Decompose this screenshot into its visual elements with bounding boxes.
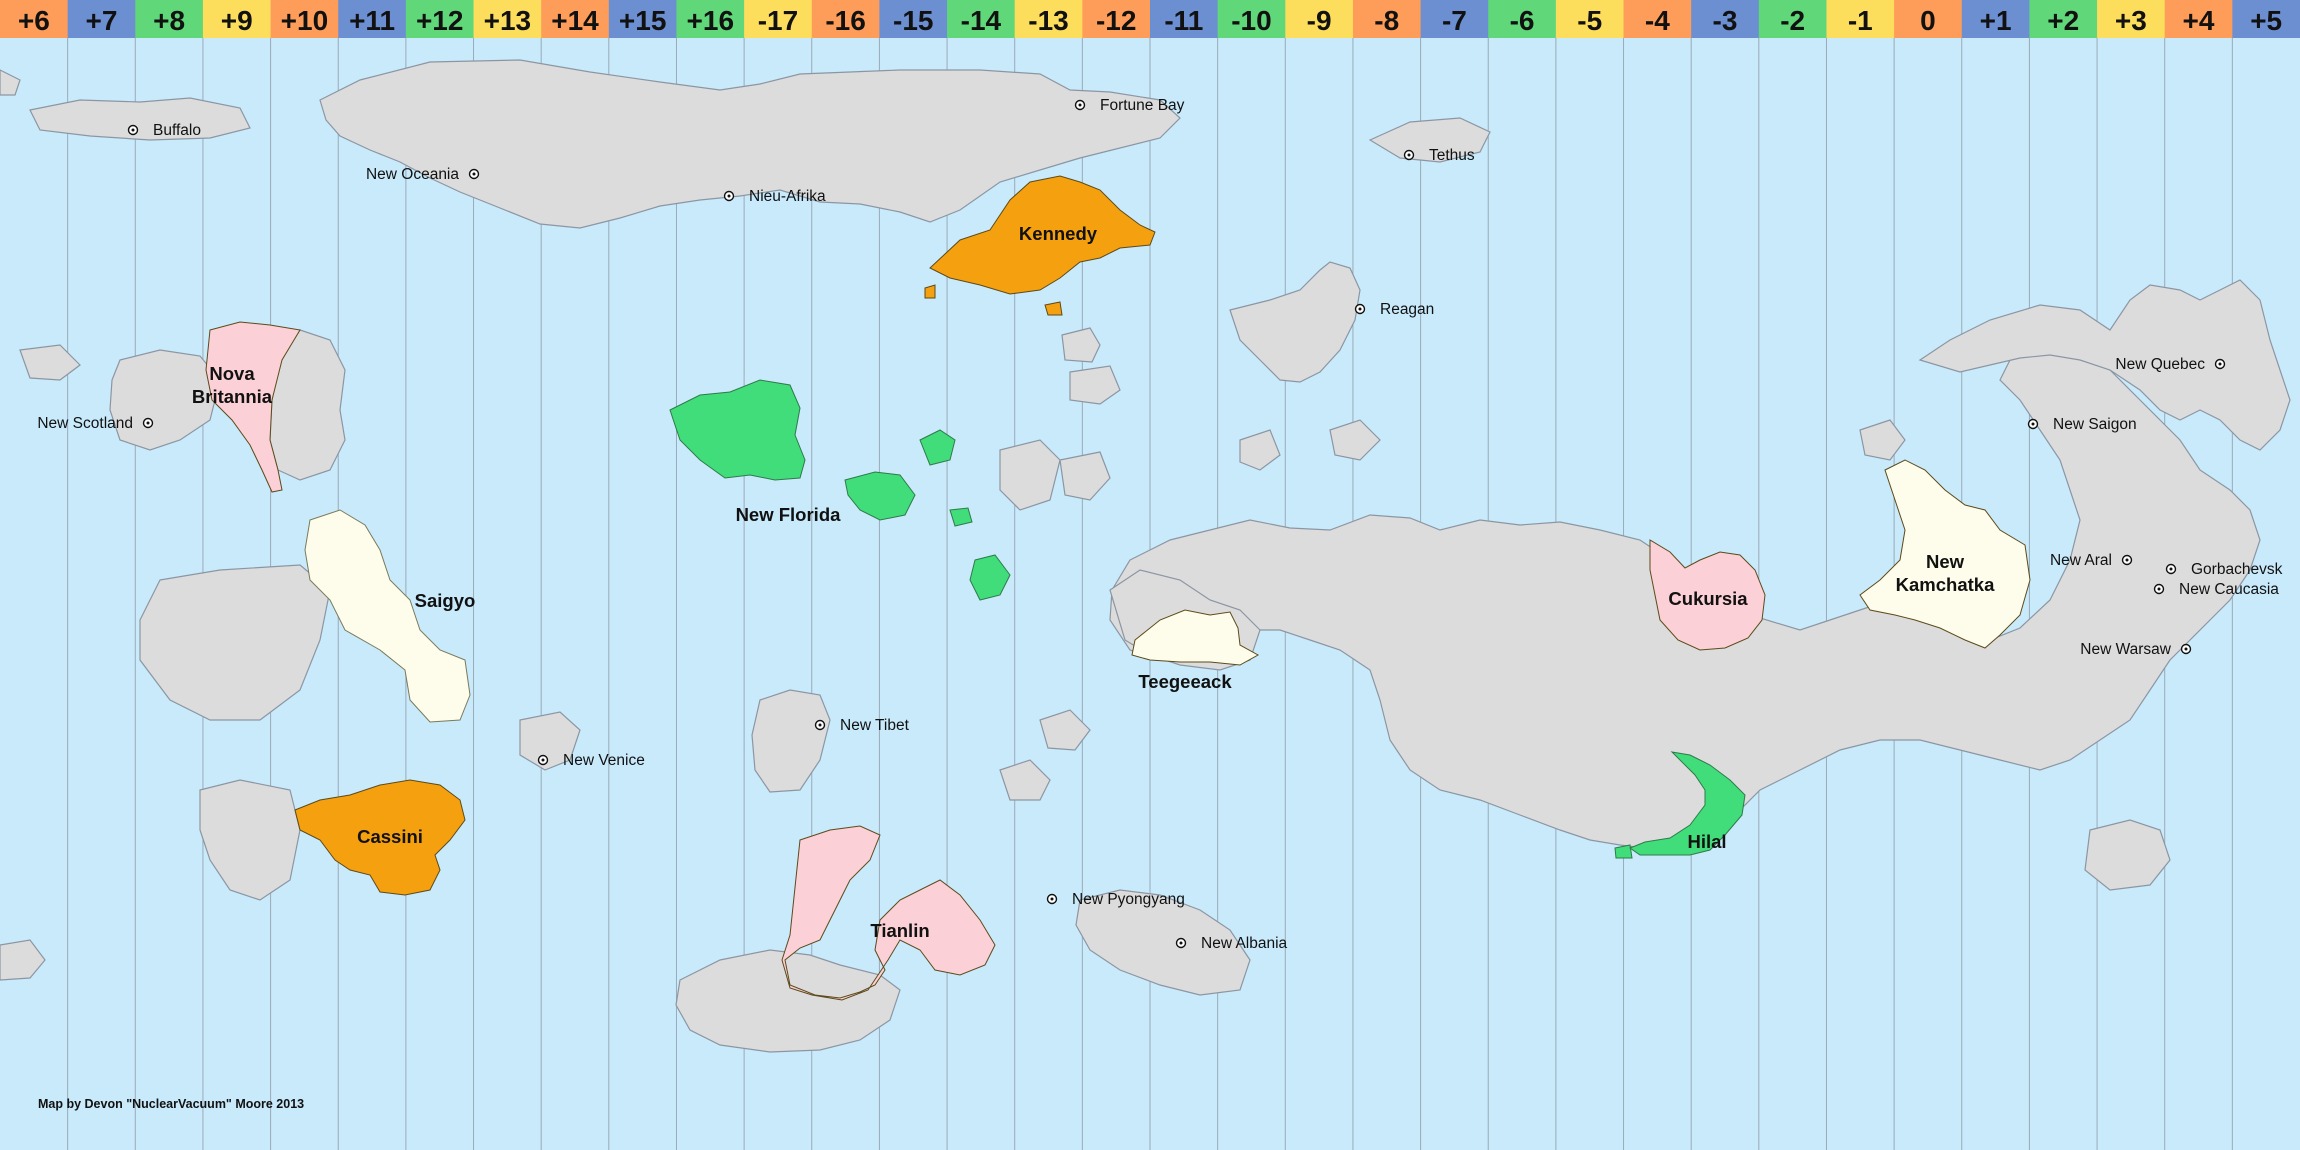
timezone-label: -15 <box>893 5 933 36</box>
city-dot-center <box>2031 422 2035 426</box>
city-label: New Albania <box>1201 935 1288 952</box>
timezone-label: +16 <box>687 5 735 36</box>
timezone-label: -8 <box>1374 5 1399 36</box>
map-credit: Map by Devon "NuclearVacuum" Moore 2013 <box>38 1097 304 1111</box>
city-dot-center <box>1179 941 1183 945</box>
timezone-label: +5 <box>2250 5 2282 36</box>
timezone-label: +7 <box>86 5 118 36</box>
city-dot-center <box>727 194 731 198</box>
timezone-label: 0 <box>1920 5 1936 36</box>
timezone-label: +6 <box>18 5 50 36</box>
timezone-label: -17 <box>758 5 798 36</box>
timezone-label: +8 <box>153 5 185 36</box>
timezone-label: -5 <box>1577 5 1602 36</box>
region-label: Cukursia <box>1668 588 1748 609</box>
timezone-label: -4 <box>1645 5 1670 36</box>
city-label: New Caucasia <box>2179 581 2279 598</box>
city-dot-center <box>1358 307 1362 311</box>
timezone-label: -16 <box>825 5 865 36</box>
city-dot-center <box>1050 897 1054 901</box>
city-label: Fortune Bay <box>1100 97 1185 114</box>
timezone-label: -6 <box>1510 5 1535 36</box>
region-label: Kennedy <box>1019 223 1098 244</box>
city-dot-center <box>2157 587 2161 591</box>
city-dot-center <box>541 758 545 762</box>
city-label: New Oceania <box>366 166 459 183</box>
region-label: Tianlin <box>870 920 929 941</box>
region-label-line: Kamchatka <box>1896 574 1995 595</box>
city-label: New Warsaw <box>2080 641 2172 658</box>
city-dot-center <box>131 128 135 132</box>
city-label: Reagan <box>1380 301 1434 318</box>
timezone-label: -10 <box>1231 5 1271 36</box>
timezone-label: +11 <box>349 5 395 36</box>
timezone-label: +9 <box>221 5 253 36</box>
timezone-label: -12 <box>1096 5 1136 36</box>
timezone-label: -14 <box>961 5 1002 36</box>
timezone-label: -1 <box>1848 5 1873 36</box>
timezone-label: +3 <box>2115 5 2147 36</box>
region-label: Cassini <box>357 826 423 847</box>
region-label-line: New <box>1926 551 1965 572</box>
timezone-label: -7 <box>1442 5 1467 36</box>
city-label: New Quebec <box>2115 356 2205 373</box>
timezone-label: +13 <box>484 5 532 36</box>
timezone-label: +12 <box>416 5 464 36</box>
region-label: Hilal <box>1687 831 1726 852</box>
region-label: Teegeeack <box>1138 671 1232 692</box>
city-label: New Scotland <box>37 415 133 432</box>
city-dot-center <box>2218 362 2222 366</box>
city-label: New Venice <box>563 752 645 769</box>
region-label: New Florida <box>736 504 842 525</box>
city-label: Tethus <box>1429 147 1475 164</box>
timezone-label: -13 <box>1028 5 1068 36</box>
city-label: New Tibet <box>840 717 910 734</box>
timezone-label: -2 <box>1780 5 1805 36</box>
city-dot-center <box>146 421 150 425</box>
city-dot-center <box>1407 153 1411 157</box>
city-dot-center <box>2125 558 2129 562</box>
region-label-line: Britannia <box>192 386 273 407</box>
city-dot-center <box>2169 567 2173 571</box>
timezone-label: +14 <box>551 5 599 36</box>
timezone-label: +1 <box>1980 5 2012 36</box>
city-dot-center <box>2184 647 2188 651</box>
timezone-label: +10 <box>281 5 329 36</box>
city-label: New Pyongyang <box>1072 891 1185 908</box>
region-label: Saigyo <box>415 590 476 611</box>
city-label: Buffalo <box>153 122 201 139</box>
timezone-label: +4 <box>2183 5 2215 36</box>
region-label-line: Nova <box>209 363 255 384</box>
city-dot-center <box>472 172 476 176</box>
timezone-label: -9 <box>1307 5 1332 36</box>
timezone-label: -3 <box>1713 5 1738 36</box>
city-label: New Saigon <box>2053 416 2137 433</box>
world-map: +6 +7 +8 +9 +10 +11 +12 +13 +14 +15 +16 -17 -16 -15 -1… <box>0 0 2300 1150</box>
timezone-label: +15 <box>619 5 667 36</box>
city-dot-center <box>1078 103 1082 107</box>
timezone-label: -11 <box>1164 5 1203 36</box>
timezone-label: +2 <box>2047 5 2079 36</box>
city-label: New Aral <box>2050 552 2112 569</box>
city-label: Nieu-Afrika <box>749 188 826 205</box>
timezone-bands: +6 +7 +8 +9 +10 +11 +12 +13 +14 +15 +16 -17 -16 -15 -1… <box>0 0 2300 38</box>
city-label: Gorbachevsk <box>2191 561 2283 578</box>
city-dot-center <box>818 723 822 727</box>
